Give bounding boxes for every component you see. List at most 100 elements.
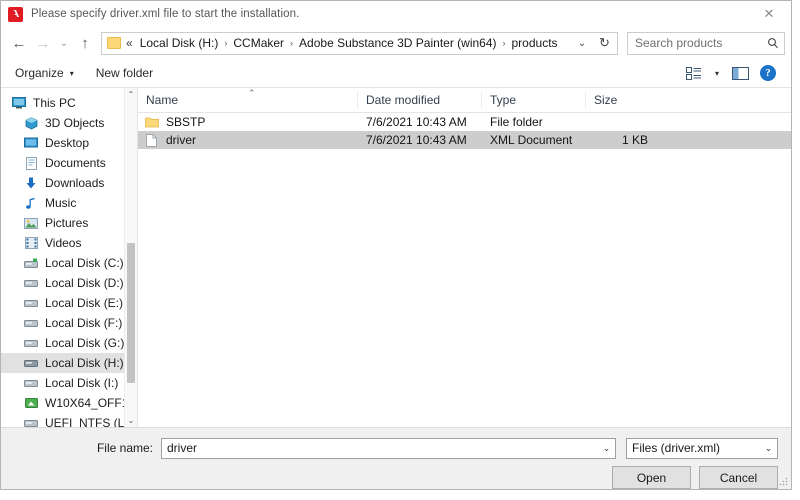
sidebar-item-videos[interactable]: Videos	[1, 233, 137, 253]
sidebar-item-this-pc[interactable]: This PC	[1, 93, 137, 113]
sidebar-item-label: UEFI_NTFS (L:)	[45, 416, 132, 427]
sidebar-item-local-disk-g[interactable]: Local Disk (G:)	[1, 333, 137, 353]
file-type-filter[interactable]: Files (driver.xml) ⌄	[626, 437, 778, 459]
chevron-down-icon[interactable]: ⌄	[598, 443, 615, 454]
drive-icon	[23, 375, 39, 391]
drive-icon	[23, 335, 39, 351]
table-row[interactable]: driver 7/6/2021 10:43 AM XML Document 1 …	[138, 131, 791, 149]
sidebar-item-label: Local Disk (D:)	[45, 276, 124, 290]
toolbar-right-group: ▾ ?	[681, 62, 781, 84]
chevron-right-icon: ›	[290, 38, 294, 48]
breadcrumb-overflow-icon[interactable]: «	[126, 36, 133, 50]
forward-icon[interactable]: →	[31, 30, 55, 56]
sidebar-item-label: This PC	[33, 96, 76, 110]
sidebar-item-local-disk-e[interactable]: Local Disk (E:)	[1, 293, 137, 313]
sidebar-item-local-disk-d[interactable]: Local Disk (D:)	[1, 273, 137, 293]
sidebar-item-label: Documents	[45, 156, 106, 170]
dialog-footer: File name: ⌄ Files (driver.xml) ⌄ Open C…	[1, 427, 791, 489]
document-icon	[23, 155, 39, 171]
column-header-size[interactable]: Size	[586, 91, 656, 109]
file-name-label: driver	[166, 133, 197, 147]
table-row[interactable]: SBSTP 7/6/2021 10:43 AM File folder	[138, 113, 791, 131]
search-input[interactable]	[628, 35, 762, 51]
search-box[interactable]	[627, 31, 785, 55]
file-name-row: File name: ⌄ Files (driver.xml) ⌄	[1, 437, 778, 459]
file-name-label: File name:	[96, 441, 153, 455]
breadcrumb: « Local Disk (H:) › CCMaker › Adobe Subs…	[126, 35, 572, 51]
drive-icon	[23, 415, 39, 427]
file-type-cell: XML Document	[490, 133, 573, 147]
sidebar-item-uefi-ntfs[interactable]: UEFI_NTFS (L:)	[1, 413, 137, 427]
sidebar-item-local-disk-i[interactable]: Local Disk (I:)	[1, 373, 137, 393]
usb-drive-icon	[23, 395, 39, 411]
view-options-caret-icon[interactable]: ▾	[709, 62, 725, 84]
recent-locations-icon[interactable]: ⌄	[55, 30, 73, 56]
sidebar-item-label: Pictures	[45, 216, 89, 230]
file-name-cell: driver	[138, 133, 358, 148]
breadcrumb-item-products[interactable]: products	[509, 35, 561, 51]
sidebar-item-w10x64-off19[interactable]: W10X64_OFF19_	[1, 393, 137, 413]
organize-label: Organize	[15, 66, 64, 80]
system-drive-icon	[23, 255, 39, 271]
cube-icon	[23, 115, 39, 131]
monitor-icon	[11, 95, 27, 111]
breadcrumb-item-painter[interactable]: Adobe Substance 3D Painter (win64)	[296, 35, 499, 51]
title-bar: Please specify driver.xml file to start …	[1, 1, 791, 27]
help-button[interactable]: ?	[755, 62, 781, 84]
search-icon[interactable]	[762, 37, 784, 49]
file-name-cell: SBSTP	[138, 115, 358, 130]
refresh-icon[interactable]: ↻	[592, 31, 618, 55]
scrollbar-thumb[interactable]	[127, 243, 135, 383]
chevron-down-icon[interactable]: ⌄	[760, 443, 777, 454]
sidebar-item-downloads[interactable]: Downloads	[1, 173, 137, 193]
drive-icon	[23, 315, 39, 331]
close-icon[interactable]: ✕	[747, 1, 791, 27]
file-name-field[interactable]: ⌄	[161, 437, 616, 459]
scroll-up-icon[interactable]: ⌃	[125, 88, 137, 101]
preview-pane-icon[interactable]	[727, 62, 753, 84]
sidebar-item-3d-objects[interactable]: 3D Objects	[1, 113, 137, 133]
sidebar-scrollbar[interactable]: ⌃ ⌄	[124, 88, 137, 427]
sidebar-item-local-disk-h[interactable]: Local Disk (H:)	[1, 353, 137, 373]
drive-icon	[23, 275, 39, 291]
file-type-filter-value: Files (driver.xml)	[632, 441, 721, 455]
organize-button[interactable]: Organize ▾	[15, 66, 74, 80]
sidebar-item-local-disk-c[interactable]: Local Disk (C:)	[1, 253, 137, 273]
cancel-button[interactable]: Cancel	[699, 466, 778, 489]
sidebar-item-documents[interactable]: Documents	[1, 153, 137, 173]
music-icon	[23, 195, 39, 211]
sidebar-item-pictures[interactable]: Pictures	[1, 213, 137, 233]
chevron-down-icon[interactable]: ⌄	[572, 38, 592, 49]
sidebar-item-music[interactable]: Music	[1, 193, 137, 213]
folder-icon	[107, 37, 121, 49]
sidebar-item-local-disk-f[interactable]: Local Disk (F:)	[1, 313, 137, 333]
address-bar[interactable]: « Local Disk (H:) › CCMaker › Adobe Subs…	[101, 31, 593, 55]
up-icon[interactable]: ↑	[73, 30, 97, 56]
file-rows: SBSTP 7/6/2021 10:43 AM File folder driv…	[138, 113, 791, 427]
help-icon: ?	[760, 65, 776, 81]
view-options-icon[interactable]	[681, 62, 707, 84]
new-folder-button[interactable]: New folder	[96, 66, 153, 80]
download-icon	[23, 175, 39, 191]
sidebar-item-desktop[interactable]: Desktop	[1, 133, 137, 153]
column-header-date-modified[interactable]: Date modified	[358, 91, 482, 109]
chevron-right-icon: ›	[224, 38, 228, 48]
scroll-down-icon[interactable]: ⌄	[125, 414, 137, 427]
file-list-pane: ⌃ Name Date modified Type Size SBSTP 7/6…	[138, 88, 791, 427]
resize-grip[interactable]	[779, 477, 789, 487]
sidebar-item-label: Local Disk (H:)	[45, 356, 124, 370]
column-header-type[interactable]: Type	[482, 91, 586, 109]
drive-icon	[23, 295, 39, 311]
file-name-input[interactable]	[162, 440, 598, 456]
sidebar-item-label: Local Disk (I:)	[45, 376, 119, 390]
breadcrumb-item-drive[interactable]: Local Disk (H:)	[137, 35, 222, 51]
sidebar-item-label: Music	[45, 196, 77, 210]
breadcrumb-item-ccmaker[interactable]: CCMaker	[230, 35, 287, 51]
video-icon	[23, 235, 39, 251]
open-button[interactable]: Open	[612, 466, 691, 489]
back-icon[interactable]: ←	[7, 30, 31, 56]
dialog-buttons: Open Cancel	[1, 466, 778, 489]
sidebar-item-label: 3D Objects	[45, 116, 105, 130]
sidebar-item-label: Downloads	[45, 176, 105, 190]
file-name-label: SBSTP	[166, 115, 206, 129]
